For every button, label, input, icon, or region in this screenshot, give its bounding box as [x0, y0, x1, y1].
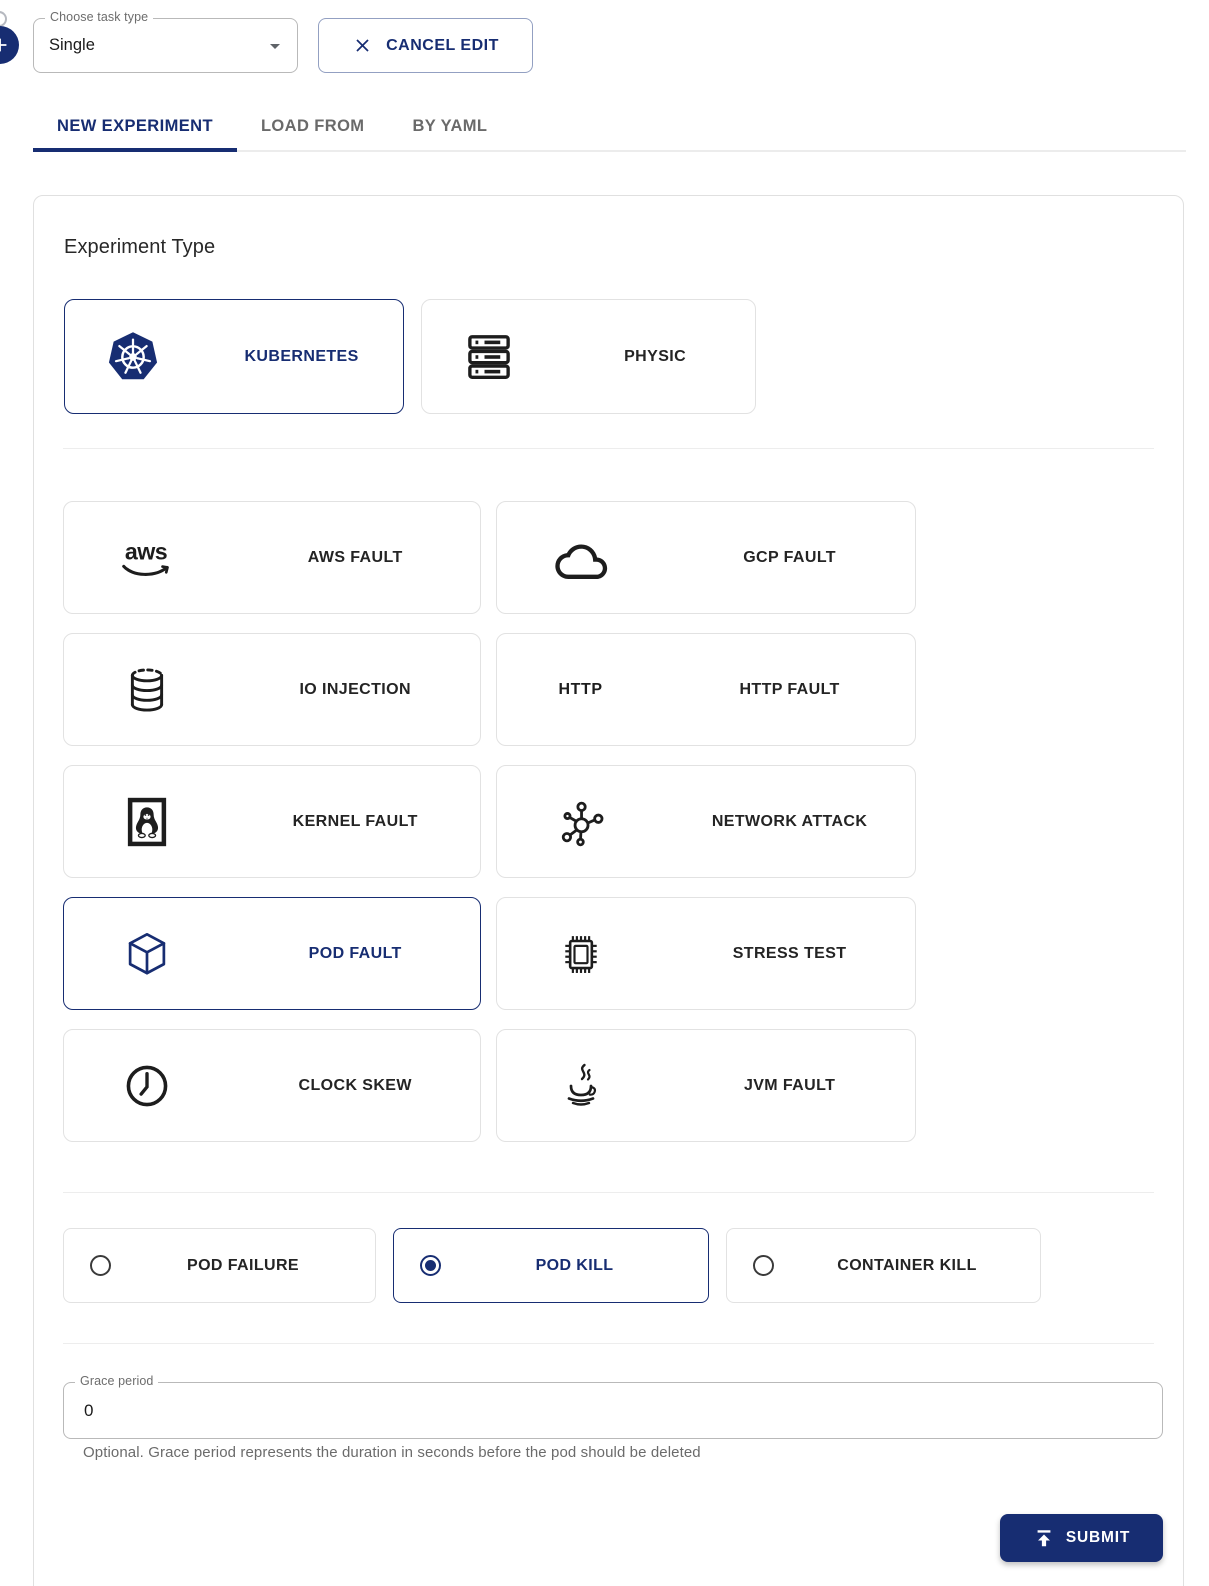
fault-card-clock[interactable]: CLOCK SKEW	[63, 1029, 481, 1142]
database-icon	[64, 664, 230, 716]
scope-label-box: PHYSIC	[555, 348, 755, 366]
task-type-value: Single	[49, 36, 95, 54]
server-icon	[422, 330, 555, 384]
radio-label: POD KILL	[535, 1256, 614, 1274]
cancel-edit-button[interactable]: CANCEL EDIT	[318, 18, 533, 73]
cancel-edit-label: CANCEL EDIT	[386, 36, 499, 54]
divider	[63, 1343, 1154, 1344]
fault-label: JVM FAULT	[743, 1076, 836, 1094]
fault-label: AWS FAULT	[307, 548, 403, 566]
scope-label: KUBERNETES	[244, 347, 359, 365]
tab-by-yaml[interactable]: BY YAML	[388, 103, 511, 150]
fault-label-box: POD FAULT	[230, 945, 480, 963]
grace-period-helper: Optional. Grace period represents the du…	[83, 1444, 701, 1461]
fault-label-box: CLOCK SKEW	[230, 1077, 480, 1095]
fault-label: POD FAULT	[308, 944, 402, 962]
close-icon	[352, 35, 373, 56]
fault-card-pod[interactable]: POD FAULT	[63, 897, 481, 1010]
fault-card-gcp[interactable]: GCP FAULT	[496, 501, 916, 614]
kubernetes-icon	[65, 330, 200, 384]
add-fab-button[interactable]	[0, 26, 19, 64]
task-type-label: Choose task type	[45, 10, 154, 24]
fault-label: KERNEL FAULT	[292, 812, 418, 830]
fault-card-aws[interactable]: aws AWS FAULT	[63, 501, 481, 614]
submit-label: SUBMIT	[1065, 1529, 1131, 1546]
publish-upload-icon	[1033, 1527, 1055, 1549]
radio-card-pod-kill[interactable]: POD KILL	[393, 1228, 709, 1303]
scope-row: KUBERNETES PHYSIC	[64, 299, 756, 414]
experiment-tabs: NEW EXPERIMENT LOAD FROM BY YAML	[33, 103, 1186, 152]
radio-checked-icon[interactable]	[420, 1255, 441, 1276]
grace-period-input[interactable]	[84, 1400, 1073, 1421]
fault-label: STRESS TEST	[732, 944, 847, 962]
scope-card-kubernetes[interactable]: KUBERNETES	[64, 299, 404, 414]
fault-card-jvm[interactable]: JVM FAULT	[496, 1029, 916, 1142]
fault-card-network[interactable]: NETWORK ATTACK	[496, 765, 916, 878]
cpu-chip-icon	[497, 928, 664, 980]
clock-icon	[64, 1059, 230, 1113]
scope-label-box: KUBERNETES	[200, 348, 403, 366]
new-experiment-page: Choose task type Single CANCEL EDIT NEW …	[0, 0, 1209, 1586]
fault-label-box: AWS FAULT	[230, 549, 480, 567]
fault-label: GCP FAULT	[743, 548, 836, 566]
fault-type-grid: aws AWS FAULT GCP FAULT IO INJECTION HTT…	[63, 501, 916, 1142]
fault-label: HTTP FAULT	[739, 680, 840, 698]
tab-label: BY YAML	[412, 117, 488, 135]
fault-card-io[interactable]: IO INJECTION	[63, 633, 481, 746]
cloud-icon	[497, 530, 664, 586]
fault-label: IO INJECTION	[299, 680, 411, 698]
plus-icon	[0, 34, 11, 56]
tab-label: NEW EXPERIMENT	[57, 117, 213, 135]
network-nodes-icon	[497, 796, 664, 848]
experiment-form-card: Experiment Type KUBERNETES PHYSIC aws AW…	[33, 195, 1184, 1586]
tab-label: LOAD FROM	[260, 117, 365, 135]
java-cup-icon	[497, 1060, 664, 1112]
section-title: Experiment Type	[64, 236, 216, 258]
fault-card-http[interactable]: HTTP HTTP FAULT	[496, 633, 916, 746]
scope-card-physic[interactable]: PHYSIC	[421, 299, 756, 414]
linux-penguin-icon	[64, 795, 230, 849]
radio-label: POD FAILURE	[187, 1256, 299, 1274]
radio-label: CONTAINER KILL	[837, 1256, 977, 1274]
fault-label: CLOCK SKEW	[298, 1076, 412, 1094]
http-icon: HTTP	[558, 680, 603, 698]
fault-label-box: JVM FAULT	[664, 1077, 915, 1095]
task-type-select[interactable]: Choose task type Single	[33, 10, 298, 73]
fault-label-box: IO INJECTION	[230, 681, 480, 699]
radio-card-pod-failure[interactable]: POD FAILURE	[63, 1228, 376, 1303]
grace-period-label: Grace period	[75, 1374, 159, 1388]
fault-label-box: STRESS TEST	[664, 945, 915, 963]
fault-label-box: KERNEL FAULT	[230, 813, 480, 831]
divider	[63, 448, 1154, 449]
scope-label: PHYSIC	[624, 347, 687, 365]
divider	[63, 1192, 1154, 1193]
pod-cube-icon	[64, 927, 230, 981]
fault-card-stress[interactable]: STRESS TEST	[496, 897, 916, 1010]
action-radio-row: POD FAILURE POD KILL CONTAINER KILL	[63, 1228, 1041, 1303]
radio-unchecked-icon[interactable]	[753, 1255, 774, 1276]
tab-load-from[interactable]: LOAD FROM	[237, 103, 389, 150]
svg-text:aws: aws	[125, 539, 167, 565]
radio-card-container-kill[interactable]: CONTAINER KILL	[726, 1228, 1041, 1303]
submit-button[interactable]: SUBMIT	[1000, 1514, 1163, 1562]
radio-unchecked-icon[interactable]	[90, 1255, 111, 1276]
grace-period-field: Grace period	[63, 1374, 1163, 1439]
fault-label-box: HTTP FAULT	[664, 681, 915, 699]
aws-icon: aws	[64, 533, 230, 582]
chevron-down-icon	[263, 34, 287, 58]
partial-circle-decoration	[0, 11, 7, 27]
fault-label: NETWORK ATTACK	[711, 812, 868, 830]
fault-card-kernel[interactable]: KERNEL FAULT	[63, 765, 481, 878]
fault-label-box: NETWORK ATTACK	[664, 813, 915, 831]
fault-label-box: GCP FAULT	[664, 549, 915, 567]
tab-new-experiment[interactable]: NEW EXPERIMENT	[33, 103, 237, 152]
